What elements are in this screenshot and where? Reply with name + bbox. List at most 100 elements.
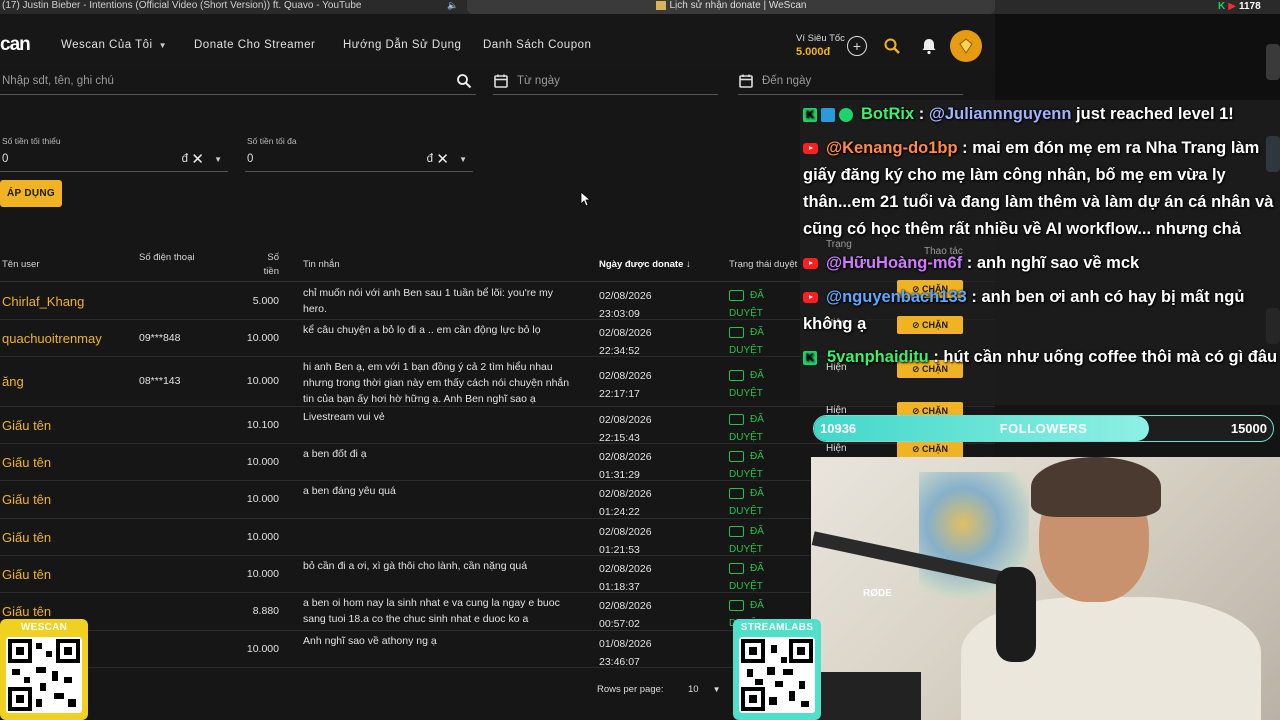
wallet-amount: 5.000đ xyxy=(796,46,831,58)
cell-phone: 09***848 xyxy=(139,332,181,344)
search-icon[interactable] xyxy=(456,73,472,89)
from-date-placeholder: Từ ngày xyxy=(517,75,560,87)
header-amount-l1[interactable]: Số xyxy=(264,252,279,263)
bot-badge-icon xyxy=(821,107,835,122)
cell-date: 01/08/2026 23:46:07 xyxy=(599,635,652,671)
arrow-down-icon: ↓ xyxy=(686,259,691,270)
wescan-qr-badge[interactable]: WESCAN xyxy=(0,619,88,720)
nav-coupon-list[interactable]: Danh Sách Coupon xyxy=(483,39,591,51)
cell-user: Chirlaf_Khang xyxy=(2,294,85,309)
chat-username: @nguyenbach133 xyxy=(826,288,967,306)
browser-tab-wescan[interactable]: Lịch sử nhận donate | WeScan xyxy=(467,0,995,14)
cell-date-day: 02/08/2026 xyxy=(599,451,652,463)
cell-status: ĐÃ DUYỆT xyxy=(729,367,764,403)
cell-user: ăng xyxy=(2,374,24,389)
browser-tab-youtube[interactable]: (17) Justin Bieber - Intentions (Officia… xyxy=(0,0,460,14)
cell-message: hi anh Ben ạ, em với 1 bạn đồng ý cả 2 t… xyxy=(303,361,570,405)
viewer-count-value: 1178 xyxy=(1238,1,1261,12)
avatar[interactable] xyxy=(950,30,982,62)
top-nav: can Wescan Của Tôi ▼ Donate Cho Streamer … xyxy=(0,14,995,70)
cell-message: a ben đốt đi ạ xyxy=(303,448,367,460)
clear-icon[interactable]: ✕ xyxy=(191,150,204,168)
side-handle[interactable] xyxy=(1266,44,1280,80)
min-amount-label: Số tiền tối thiểu xyxy=(2,136,61,146)
viewer-count: K ▶ 1178 xyxy=(1218,1,1261,12)
chevron-down-icon: ▼ xyxy=(712,685,721,694)
cell-status: ĐÃDUYỆT xyxy=(729,324,764,360)
webcam-feed: RØDE xyxy=(811,457,1280,720)
cell-user: quachuoitrenmay xyxy=(2,331,102,346)
chat-separator: : xyxy=(914,105,929,123)
cell-user: Giấu tên xyxy=(2,418,52,433)
nav-donate-streamer[interactable]: Donate Cho Streamer xyxy=(194,39,315,51)
header-amount-l2[interactable]: tiền xyxy=(261,266,279,277)
wallet[interactable]: Ví Siêu Tốc 5.000đ xyxy=(796,33,846,58)
cell-status: ĐÃDUYỆT xyxy=(729,411,764,447)
cell-user: Giấu tên xyxy=(2,492,52,507)
rows-per-page-select[interactable]: 10 ▼ xyxy=(688,684,721,695)
status-line1: ĐÃ xyxy=(750,563,764,574)
chevron-down-icon[interactable]: ▼ xyxy=(214,155,222,164)
cell-user: Giấu tên xyxy=(2,530,52,545)
streamlabs-qr-badge[interactable]: STREAMLABS xyxy=(733,619,821,720)
nav-guide[interactable]: Hướng Dẫn Sử Dụng xyxy=(343,39,461,51)
chat-message: @nguyenbach133 : anh ben ơi anh có hay b… xyxy=(803,284,1278,338)
to-date-placeholder: Đến ngày xyxy=(762,75,812,87)
apply-button[interactable]: ÁP DỤNG xyxy=(0,180,62,207)
qr-code-icon xyxy=(739,637,815,713)
max-amount-field[interactable]: Số tiền tối đa 0 đ ✕ ▼ xyxy=(245,136,473,172)
status-line1: ĐÃ xyxy=(750,526,764,537)
cell-status: ĐÃDUYỆT xyxy=(729,448,764,484)
status-line2: DUYỆT xyxy=(729,388,763,399)
nav-my-wescan[interactable]: Wescan Của Tôi ▼ xyxy=(61,39,167,51)
ghost-status: Hiện xyxy=(826,443,847,454)
status-line1: ĐÃ xyxy=(750,488,764,499)
cell-user: Giấu tên xyxy=(2,604,52,619)
header-user[interactable]: Tên user xyxy=(2,259,40,270)
search-input[interactable]: Nhập sdt, tên, ghi chú xyxy=(0,72,476,95)
browser-tab-title: Lịch sử nhận donate | WeScan xyxy=(669,0,807,11)
chevron-down-icon: ▼ xyxy=(158,41,168,50)
chat-message: K 5vanphaiditu : hút cần như uống coffee … xyxy=(803,344,1278,371)
header-phone[interactable]: Số điện thoại xyxy=(139,252,194,263)
calendar-icon[interactable] xyxy=(738,73,754,89)
mouse-cursor-icon xyxy=(580,191,592,207)
cell-amount: 10.000 xyxy=(246,332,279,344)
cell-message: kể câu chuyện a bỏ lọ đi a .. em cần độn… xyxy=(303,324,541,336)
min-amount-field[interactable]: Số tiền tối thiểu 0 đ ✕ ▼ xyxy=(0,136,228,172)
wescan-logo[interactable]: can xyxy=(0,34,31,56)
cell-amount: 10.000 xyxy=(246,375,279,387)
chat-message: K BotRix : @Juliannnguyenn just reached l… xyxy=(803,101,1278,128)
add-funds-icon[interactable]: + xyxy=(847,36,867,56)
bell-icon[interactable] xyxy=(919,36,939,56)
search-icon[interactable] xyxy=(882,36,902,56)
rows-per-page-value: 10 xyxy=(688,684,699,695)
cell-date: 02/08/2026 22:17:17 xyxy=(599,367,652,403)
chat-mention: @Juliannnguyenn xyxy=(928,105,1072,123)
cell-date: 02/08/2026 01:18:37 xyxy=(599,560,652,596)
calendar-icon[interactable] xyxy=(493,73,509,89)
from-date-field[interactable]: Từ ngày xyxy=(493,72,718,95)
cell-message: a ben đáng yêu quá xyxy=(303,485,396,497)
chevron-down-icon[interactable]: ▼ xyxy=(459,155,467,164)
to-date-field[interactable]: Đến ngày xyxy=(738,72,963,95)
wescan-qr-title: WESCAN xyxy=(20,622,68,633)
chat-text: : hút cần như uống coffee thôi mà có gì … xyxy=(928,348,1278,366)
followers-label: FOLLOWERS xyxy=(999,421,1088,436)
block-icon: ⊘ xyxy=(911,444,923,454)
cell-date-day: 02/08/2026 xyxy=(599,526,652,538)
cell-amount: 10.000 xyxy=(246,568,279,580)
header-status[interactable]: Trạng thái duyệt xyxy=(729,259,797,270)
streamlabs-qr-title: STREAMLABS xyxy=(740,622,814,633)
header-date[interactable]: Ngày được donate ↓ xyxy=(599,259,691,270)
ban-button[interactable]: ⊘ CHẶN xyxy=(897,440,963,458)
status-line1: ĐÃ xyxy=(750,370,764,381)
cell-date-day: 01/08/2026 xyxy=(599,638,652,650)
cell-amount: 10.100 xyxy=(246,419,279,431)
header-message[interactable]: Tin nhắn xyxy=(303,259,340,270)
min-amount-value: 0 xyxy=(2,153,9,165)
cell-message: bỏ cần đi a ơi, xì gà thôi cho lành, cần… xyxy=(303,560,528,572)
approved-icon xyxy=(729,289,744,301)
chat-message: @Kenang-do1bp : mai em đón mẹ em ra Nha … xyxy=(803,135,1278,243)
clear-icon[interactable]: ✕ xyxy=(436,150,449,168)
